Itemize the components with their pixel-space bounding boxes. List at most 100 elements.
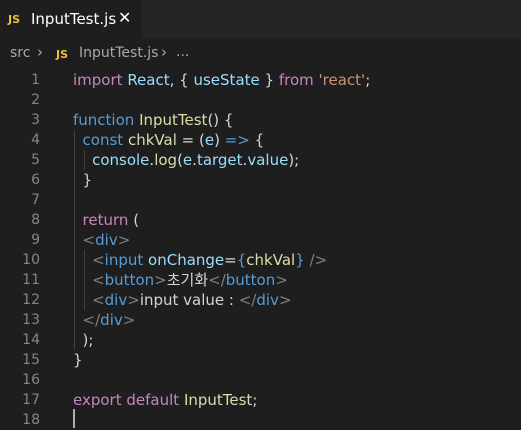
code-token: export bbox=[73, 391, 122, 409]
code-token: input value : bbox=[139, 291, 239, 309]
code-token: < bbox=[92, 251, 105, 269]
tab-inputtest-js[interactable]: JS InputTest.js ✕ bbox=[0, 0, 142, 38]
line-number: 16 bbox=[22, 372, 40, 388]
code-line-12[interactable]: 12 <div>input value : </div> bbox=[0, 290, 521, 310]
code-line-10[interactable]: 10 <input onChange={chkVal} /> bbox=[0, 250, 521, 270]
line-number: 13 bbox=[22, 312, 40, 328]
code-editor[interactable]: 1 import React, { useState } from 'react'… bbox=[0, 70, 521, 430]
code-text: <div>input value : </div> bbox=[73, 290, 291, 310]
code-token: 'react' bbox=[318, 71, 366, 89]
code-token: { bbox=[236, 251, 247, 269]
breadcrumb-folder-src[interactable]: src bbox=[10, 45, 30, 61]
breadcrumb-file[interactable]: InputTest.js bbox=[79, 45, 158, 61]
code-text: ); bbox=[73, 330, 94, 350]
tab-bar: JS InputTest.js ✕ bbox=[0, 0, 521, 38]
line-number: 6 bbox=[31, 172, 40, 188]
code-token: > bbox=[127, 291, 140, 309]
code-token: button bbox=[104, 271, 155, 289]
line-number: 18 bbox=[22, 412, 40, 428]
js-file-icon: JS bbox=[56, 48, 69, 61]
code-token: value bbox=[247, 151, 289, 169]
code-token: { bbox=[249, 131, 265, 149]
code-line-13[interactable]: 13 </div> bbox=[0, 310, 521, 330]
code-token: ( bbox=[128, 211, 140, 229]
code-line-9[interactable]: 9 <div> bbox=[0, 230, 521, 250]
code-line-8[interactable]: 8 return ( bbox=[0, 210, 521, 230]
code-line-16[interactable]: 16 bbox=[0, 370, 521, 390]
code-token: chkVal bbox=[246, 251, 296, 269]
code-line-3[interactable]: 3 function InputTest() { bbox=[0, 110, 521, 130]
code-token: > bbox=[154, 271, 167, 289]
line-number: 15 bbox=[22, 352, 40, 368]
code-text: import React, { useState } from 'react'; bbox=[73, 70, 370, 90]
code-text: export default InputTest; bbox=[73, 390, 257, 410]
code-line-6[interactable]: 6 } bbox=[0, 170, 521, 190]
line-number: 2 bbox=[31, 92, 40, 108]
code-token: function bbox=[73, 111, 135, 129]
code-line-18[interactable]: 18 bbox=[0, 410, 521, 430]
breadcrumb-symbol[interactable]: ... bbox=[176, 44, 189, 60]
code-line-5[interactable]: 5 console.log(e.target.value); bbox=[0, 150, 521, 170]
code-token: target bbox=[196, 151, 243, 169]
code-text: const chkVal = (e) => { bbox=[73, 130, 265, 150]
code-token: < bbox=[92, 291, 105, 309]
code-line-2[interactable]: 2 bbox=[0, 90, 521, 110]
code-token: e bbox=[204, 131, 215, 149]
tab-title: InputTest.js bbox=[31, 10, 117, 28]
code-token: } bbox=[73, 171, 93, 189]
code-token: onChange bbox=[148, 251, 225, 269]
code-token: input bbox=[104, 251, 144, 269]
code-token: React bbox=[127, 71, 170, 89]
code-token: () { bbox=[207, 111, 234, 129]
code-token: log bbox=[154, 151, 178, 169]
code-token: > bbox=[117, 231, 131, 249]
code-token: < bbox=[82, 231, 96, 249]
code-token: </ bbox=[208, 271, 226, 289]
line-number: 5 bbox=[31, 152, 40, 168]
code-token: const bbox=[82, 131, 124, 149]
code-token: import bbox=[73, 71, 123, 89]
code-line-1[interactable]: 1 import React, { useState } from 'react'… bbox=[0, 70, 521, 90]
code-text: } bbox=[73, 350, 83, 370]
line-number: 7 bbox=[31, 192, 40, 208]
chevron-right-icon: › bbox=[37, 43, 43, 61]
code-token: ; bbox=[365, 71, 371, 89]
code-token: , { bbox=[169, 71, 194, 89]
code-token: useState bbox=[193, 71, 260, 89]
code-token: e bbox=[182, 151, 193, 169]
code-text: </div> bbox=[73, 310, 136, 330]
code-token: </ bbox=[238, 291, 257, 309]
code-token: > bbox=[122, 311, 136, 329]
breadcrumb: src › JS InputTest.js › ... bbox=[0, 38, 521, 68]
code-token: /> bbox=[309, 251, 328, 269]
close-icon[interactable]: ✕ bbox=[118, 8, 131, 27]
code-token: ) bbox=[214, 131, 225, 149]
code-text: <input onChange={chkVal} /> bbox=[73, 250, 327, 270]
code-token: => bbox=[224, 131, 250, 149]
js-file-icon: JS bbox=[8, 13, 21, 26]
code-line-7[interactable]: 7 bbox=[0, 190, 521, 210]
code-text: } bbox=[73, 170, 93, 190]
code-token: div bbox=[95, 231, 118, 249]
code-text: <button>초기화</button> bbox=[73, 270, 288, 290]
line-number: 1 bbox=[31, 72, 40, 88]
code-token: chkVal bbox=[127, 131, 177, 149]
line-number: 9 bbox=[31, 232, 40, 248]
line-number: 4 bbox=[31, 132, 40, 148]
code-line-17[interactable]: 17 export default InputTest; bbox=[0, 390, 521, 410]
code-line-14[interactable]: 14 ); bbox=[0, 330, 521, 350]
code-token: InputTest bbox=[183, 391, 253, 409]
code-token: from bbox=[278, 71, 314, 89]
code-token: > bbox=[275, 271, 288, 289]
code-token: div bbox=[104, 291, 128, 309]
code-line-15[interactable]: 15} bbox=[0, 350, 521, 370]
code-line-4[interactable]: 4 const chkVal = (e) => { bbox=[0, 130, 521, 150]
line-number: 3 bbox=[31, 112, 40, 128]
code-line-11[interactable]: 11 <button>초기화</button> bbox=[0, 270, 521, 290]
